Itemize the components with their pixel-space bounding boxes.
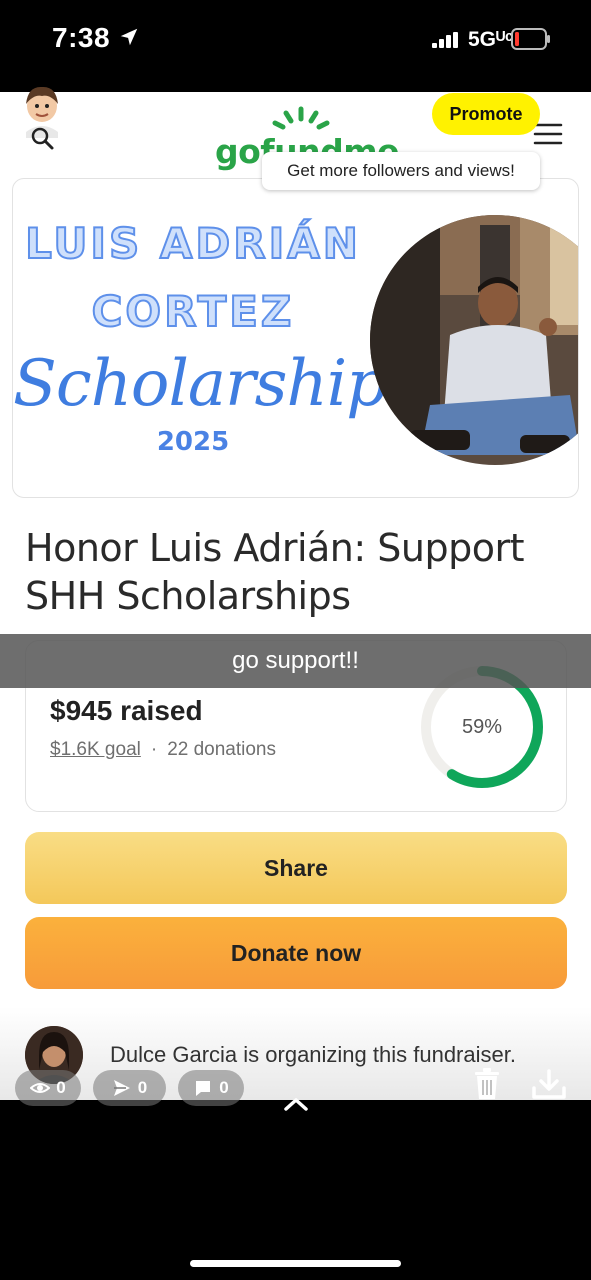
hamburger-menu-icon[interactable] (533, 122, 563, 146)
posted-time: 15s ago (82, 116, 150, 136)
views-count: 0 (56, 1078, 66, 1097)
hero-name-line2: CORTEZ (91, 286, 295, 337)
chevron-up-icon[interactable] (283, 1097, 309, 1111)
share-button[interactable]: Share (25, 832, 567, 904)
raised-amount: $945 raised (50, 695, 203, 726)
signal-icon (432, 32, 458, 48)
hero-scholarship-script: Scholarship (13, 347, 387, 421)
replies-count-pill[interactable]: 0 (178, 1070, 244, 1106)
status-bar: 7:38 5Gᵁᶜ (0, 0, 591, 92)
hero-name-line1: LUIS ADRIÁN (24, 218, 361, 269)
replies-count: 0 (219, 1078, 229, 1097)
trash-icon[interactable] (474, 1068, 500, 1100)
goal-row: $1.6K goal · 22 donations (50, 739, 276, 761)
hero-banner: LUIS ADRIÁN CORTEZ Scholarship 2025 (12, 178, 579, 498)
donate-now-button[interactable]: Donate now (25, 917, 567, 989)
shares-count: 0 (137, 1078, 148, 1097)
network-label: 5Gᵁᶜ (468, 28, 514, 51)
location-arrow-icon (120, 28, 138, 46)
donations-count: 22 donations (167, 739, 277, 760)
battery-low-icon (511, 28, 550, 50)
goal-link[interactable]: $1.6K goal (50, 739, 141, 760)
status-time: 7:38 (52, 22, 111, 53)
hero-year: 2025 (156, 427, 230, 457)
organizer-text: Dulce Garcia is organizing this fundrais… (110, 1042, 516, 1067)
fundraiser-title: Honor Luis Adrián: Support SHH Scholarsh… (25, 526, 524, 618)
download-icon[interactable] (531, 1068, 567, 1100)
poster-name[interactable]: jacob (82, 90, 132, 112)
chat-bubble-icon (196, 1081, 211, 1096)
shares-count-pill[interactable]: 0 (93, 1070, 166, 1106)
hero-photo (370, 215, 578, 465)
share-arrow-icon (113, 1080, 130, 1096)
snap-caption: go support!! (0, 634, 591, 688)
separator: · (150, 739, 158, 760)
promote-tooltip: Get more followers and views! (262, 152, 540, 190)
views-count-pill[interactable]: 0 (15, 1070, 81, 1106)
poster-bitmoji-avatar[interactable] (18, 84, 66, 152)
promote-button[interactable]: Promote (432, 93, 540, 135)
home-indicator[interactable] (190, 1260, 401, 1267)
eye-icon (30, 1083, 51, 1093)
webpage: gofundme LUIS ADRIÁN CORTEZ Scholarship … (0, 92, 591, 1100)
